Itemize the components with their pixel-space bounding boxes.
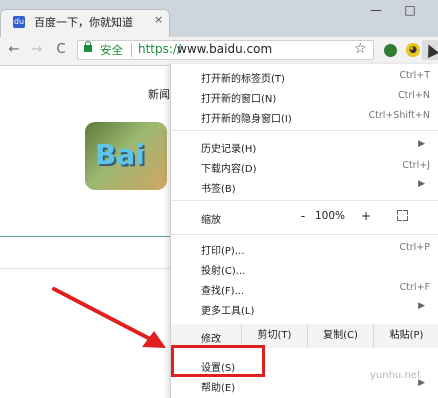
zoom-out-button[interactable]: - <box>295 209 311 223</box>
menu-new-tab[interactable]: 打开新的标签页(T) Ctrl+T <box>171 66 438 86</box>
menu-bookmarks[interactable]: 书签(B) ▶ <box>171 176 438 196</box>
menu-item-shortcut: Ctrl+Shift+N <box>368 110 430 121</box>
lock-icon[interactable] <box>84 41 92 52</box>
minimize-button[interactable]: — <box>360 0 392 22</box>
maximize-button[interactable]: □ <box>394 0 426 22</box>
menu-item-shortcut: Ctrl+J <box>402 160 430 171</box>
edit-label: 修改 <box>201 334 221 345</box>
menu-zoom-row: 缩放 - 100% + <box>171 204 438 230</box>
menu-item-label: 书签(B) <box>201 184 236 195</box>
secure-label: 安全 <box>100 43 123 57</box>
menu-print[interactable]: 打印(P)... Ctrl+P <box>171 238 438 258</box>
forward-icon[interactable]: → <box>27 40 47 60</box>
menu-item-label: 历史记录(H) <box>201 144 257 155</box>
watermark: yunhu.net <box>370 370 421 381</box>
url-scheme: https:// <box>138 42 182 56</box>
reload-icon[interactable]: C <box>51 40 71 60</box>
address-divider <box>131 43 132 57</box>
menu-separator <box>171 200 438 201</box>
settings-highlight-box <box>171 345 265 377</box>
menu-new-window[interactable]: 打开新的窗口(N) Ctrl+N <box>171 86 438 106</box>
menu-downloads[interactable]: 下载内容(D) Ctrl+J <box>171 156 438 176</box>
menu-item-label: 帮助(E) <box>201 383 236 394</box>
menu-cast[interactable]: 投射(C)... <box>171 258 438 278</box>
menu-separator <box>171 130 438 131</box>
submenu-arrow-icon: ▶ <box>418 179 425 189</box>
baidu-logo-text: Bai <box>95 138 145 171</box>
menu-item-shortcut: Ctrl+T <box>399 70 430 81</box>
menu-item-label: 查找(F)... <box>201 286 245 297</box>
zoom-level: 100% <box>315 210 346 222</box>
back-icon[interactable]: ← <box>4 40 24 60</box>
copy-button[interactable]: 复制(C) <box>307 324 373 348</box>
menu-item-label: 打印(P)... <box>201 246 245 257</box>
menu-separator <box>171 234 438 235</box>
red-arrow-icon <box>52 287 166 348</box>
bookmark-star-icon[interactable]: ☆ <box>354 41 367 57</box>
submenu-arrow-icon: ▶ <box>418 301 425 311</box>
tab-close-icon[interactable]: × <box>154 13 163 26</box>
menu-more-tools[interactable]: 更多工具(L) ▶ <box>171 298 438 318</box>
zoom-in-button[interactable]: + <box>358 209 374 223</box>
menu-item-label: 投射(C)... <box>201 266 246 277</box>
menu-item-label: 下载内容(D) <box>201 164 257 175</box>
tab-title: 百度一下，你就知道 <box>34 16 133 29</box>
menu-item-label: 打开新的标签页(T) <box>201 74 285 85</box>
extension-icon[interactable] <box>384 44 397 57</box>
menu-item-label: 打开新的隐身窗口(I) <box>201 114 292 125</box>
fullscreen-icon[interactable] <box>397 210 408 221</box>
menu-history[interactable]: 历史记录(H) ▶ <box>171 136 438 156</box>
paste-button[interactable]: 粘贴(P) <box>373 324 438 348</box>
menu-item-shortcut: Ctrl+F <box>399 282 430 293</box>
news-link[interactable]: 新闻 <box>148 86 170 102</box>
menu-item-label: 打开新的窗口(N) <box>201 94 277 105</box>
zoom-label: 缩放 <box>201 215 221 226</box>
search-divider <box>0 236 170 237</box>
menu-find[interactable]: 查找(F)... Ctrl+F <box>171 278 438 298</box>
menu-item-label: 更多工具(L) <box>201 306 255 317</box>
menu-item-shortcut: Ctrl+N <box>398 90 430 101</box>
content-divider <box>0 268 170 269</box>
baidu-favicon-icon: du <box>13 16 25 28</box>
submenu-arrow-icon: ▶ <box>418 139 425 149</box>
menu-item-shortcut: Ctrl+P <box>399 242 430 253</box>
extension-icon-2[interactable]: ◕ <box>406 43 420 57</box>
menu-new-incognito-window[interactable]: 打开新的隐身窗口(I) Ctrl+Shift+N <box>171 106 438 126</box>
url-host: www.baidu.com <box>177 42 273 56</box>
